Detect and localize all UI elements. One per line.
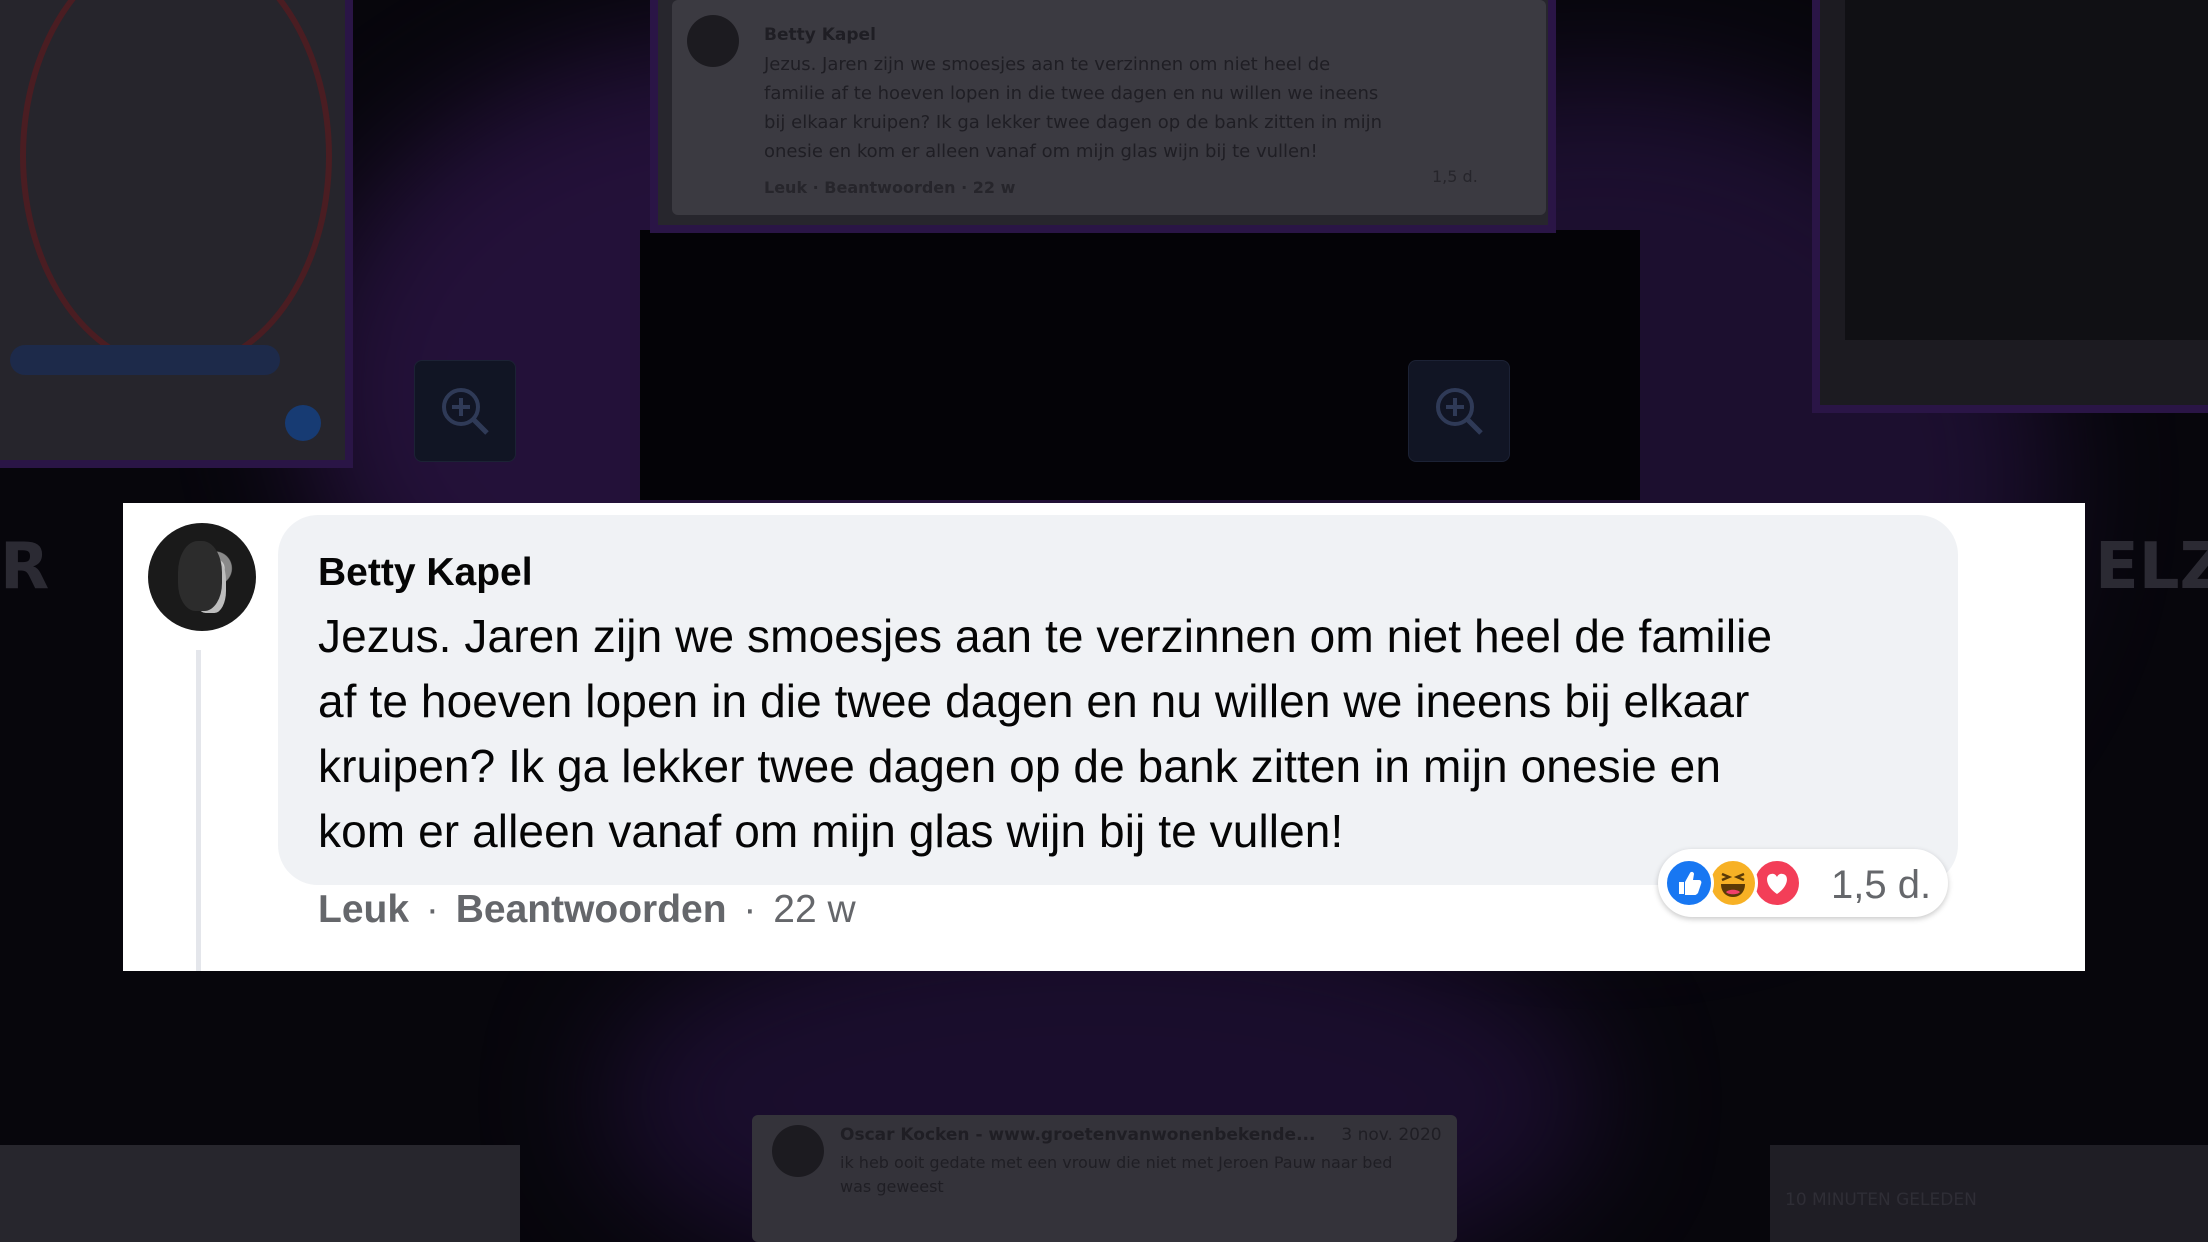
avatar[interactable] bbox=[148, 523, 256, 631]
comment-body: Jezus. Jaren zijn we smoesjes aan te ver… bbox=[318, 604, 1948, 864]
bg-left-screenshot bbox=[0, 0, 345, 460]
separator: · bbox=[743, 888, 757, 931]
love-icon bbox=[1752, 858, 1802, 908]
bg-side-word-right: ELZE bbox=[2095, 530, 2208, 604]
comment-bubble: Betty Kapel Jezus. Jaren zijn we smoesje… bbox=[278, 515, 1958, 885]
haha-icon bbox=[1708, 858, 1758, 908]
like-icon bbox=[1664, 858, 1714, 908]
bg-top-comment-card: Betty Kapel Jezus. Jaren zijn we smoesje… bbox=[672, 0, 1546, 215]
zoom-in-icon bbox=[442, 388, 489, 435]
thread-line bbox=[196, 650, 201, 971]
bg-right-bottom-card: 10 MINUTEN GELEDEN bbox=[1770, 1145, 2208, 1242]
bg-side-word-left: R bbox=[0, 530, 50, 604]
comment-panel: Betty Kapel Jezus. Jaren zijn we smoesje… bbox=[123, 503, 2085, 971]
zoom-button-right[interactable] bbox=[1408, 360, 1510, 462]
comment-line: af te hoeven lopen in die twee dagen en … bbox=[318, 675, 1750, 727]
separator: · bbox=[425, 888, 439, 931]
comment-author[interactable]: Betty Kapel bbox=[318, 551, 533, 595]
reply-link[interactable]: Beantwoorden bbox=[456, 888, 727, 931]
reactions-summary[interactable]: 1,5 d. bbox=[1658, 849, 1948, 917]
comment-line: Jezus. Jaren zijn we smoesjes aan te ver… bbox=[318, 610, 1773, 662]
comment-line: kruipen? Ik ga lekker twee dagen op de b… bbox=[318, 740, 1722, 792]
comment-actions: Leuk · Beantwoorden · 22 w bbox=[318, 888, 856, 932]
comment-time[interactable]: 22 w bbox=[773, 888, 855, 931]
zoom-in-icon bbox=[1436, 388, 1483, 435]
bg-right-photo bbox=[1820, 0, 2208, 405]
like-link[interactable]: Leuk bbox=[318, 888, 409, 931]
reaction-count: 1,5 d. bbox=[1831, 863, 1932, 907]
zoom-button-left[interactable] bbox=[414, 360, 516, 462]
bg-bottom-comment-card: Oscar Kocken - www.groetenvanwonenbekend… bbox=[752, 1115, 1457, 1242]
